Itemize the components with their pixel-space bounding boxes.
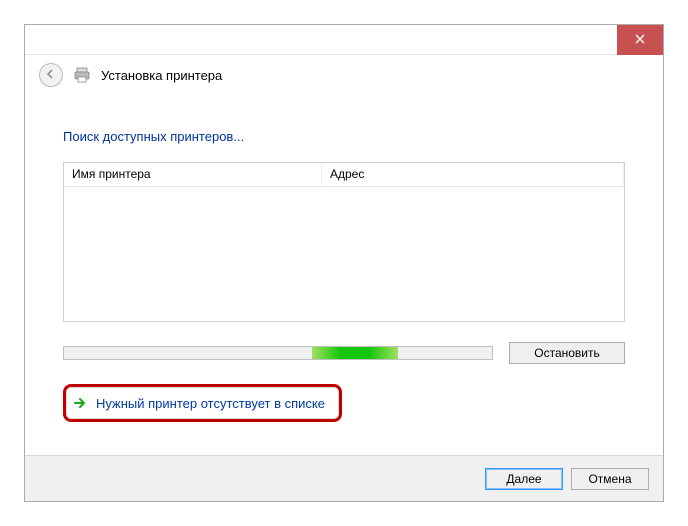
- column-printer-name[interactable]: Имя принтера: [64, 163, 322, 186]
- printer-not-listed-link[interactable]: Нужный принтер отсутствует в списке: [96, 396, 325, 411]
- titlebar: [25, 25, 663, 55]
- footer: Далее Отмена: [25, 455, 663, 501]
- column-address[interactable]: Адрес: [322, 163, 624, 186]
- searching-label: Поиск доступных принтеров...: [63, 129, 625, 144]
- missing-printer-highlight: Нужный принтер отсутствует в списке: [63, 384, 342, 422]
- window-close-button[interactable]: [617, 25, 663, 55]
- body: Поиск доступных принтеров... Имя принтер…: [25, 129, 663, 422]
- arrow-right-icon: [72, 395, 88, 411]
- progress-row: Остановить: [63, 342, 625, 364]
- printer-icon: [73, 66, 91, 84]
- wizard-title: Установка принтера: [101, 68, 222, 83]
- next-button[interactable]: Далее: [485, 468, 563, 490]
- cancel-button[interactable]: Отмена: [571, 468, 649, 490]
- list-header: Имя принтера Адрес: [64, 163, 624, 187]
- back-button[interactable]: [39, 63, 63, 87]
- printer-list[interactable]: Имя принтера Адрес: [63, 162, 625, 322]
- add-printer-wizard-window: Установка принтера Поиск доступных принт…: [24, 24, 664, 502]
- progress-fill: [312, 347, 398, 359]
- search-progress-bar: [63, 346, 493, 360]
- stop-button[interactable]: Остановить: [509, 342, 625, 364]
- close-icon: [635, 33, 645, 47]
- back-arrow-icon: [45, 68, 57, 83]
- header: Установка принтера: [25, 55, 663, 101]
